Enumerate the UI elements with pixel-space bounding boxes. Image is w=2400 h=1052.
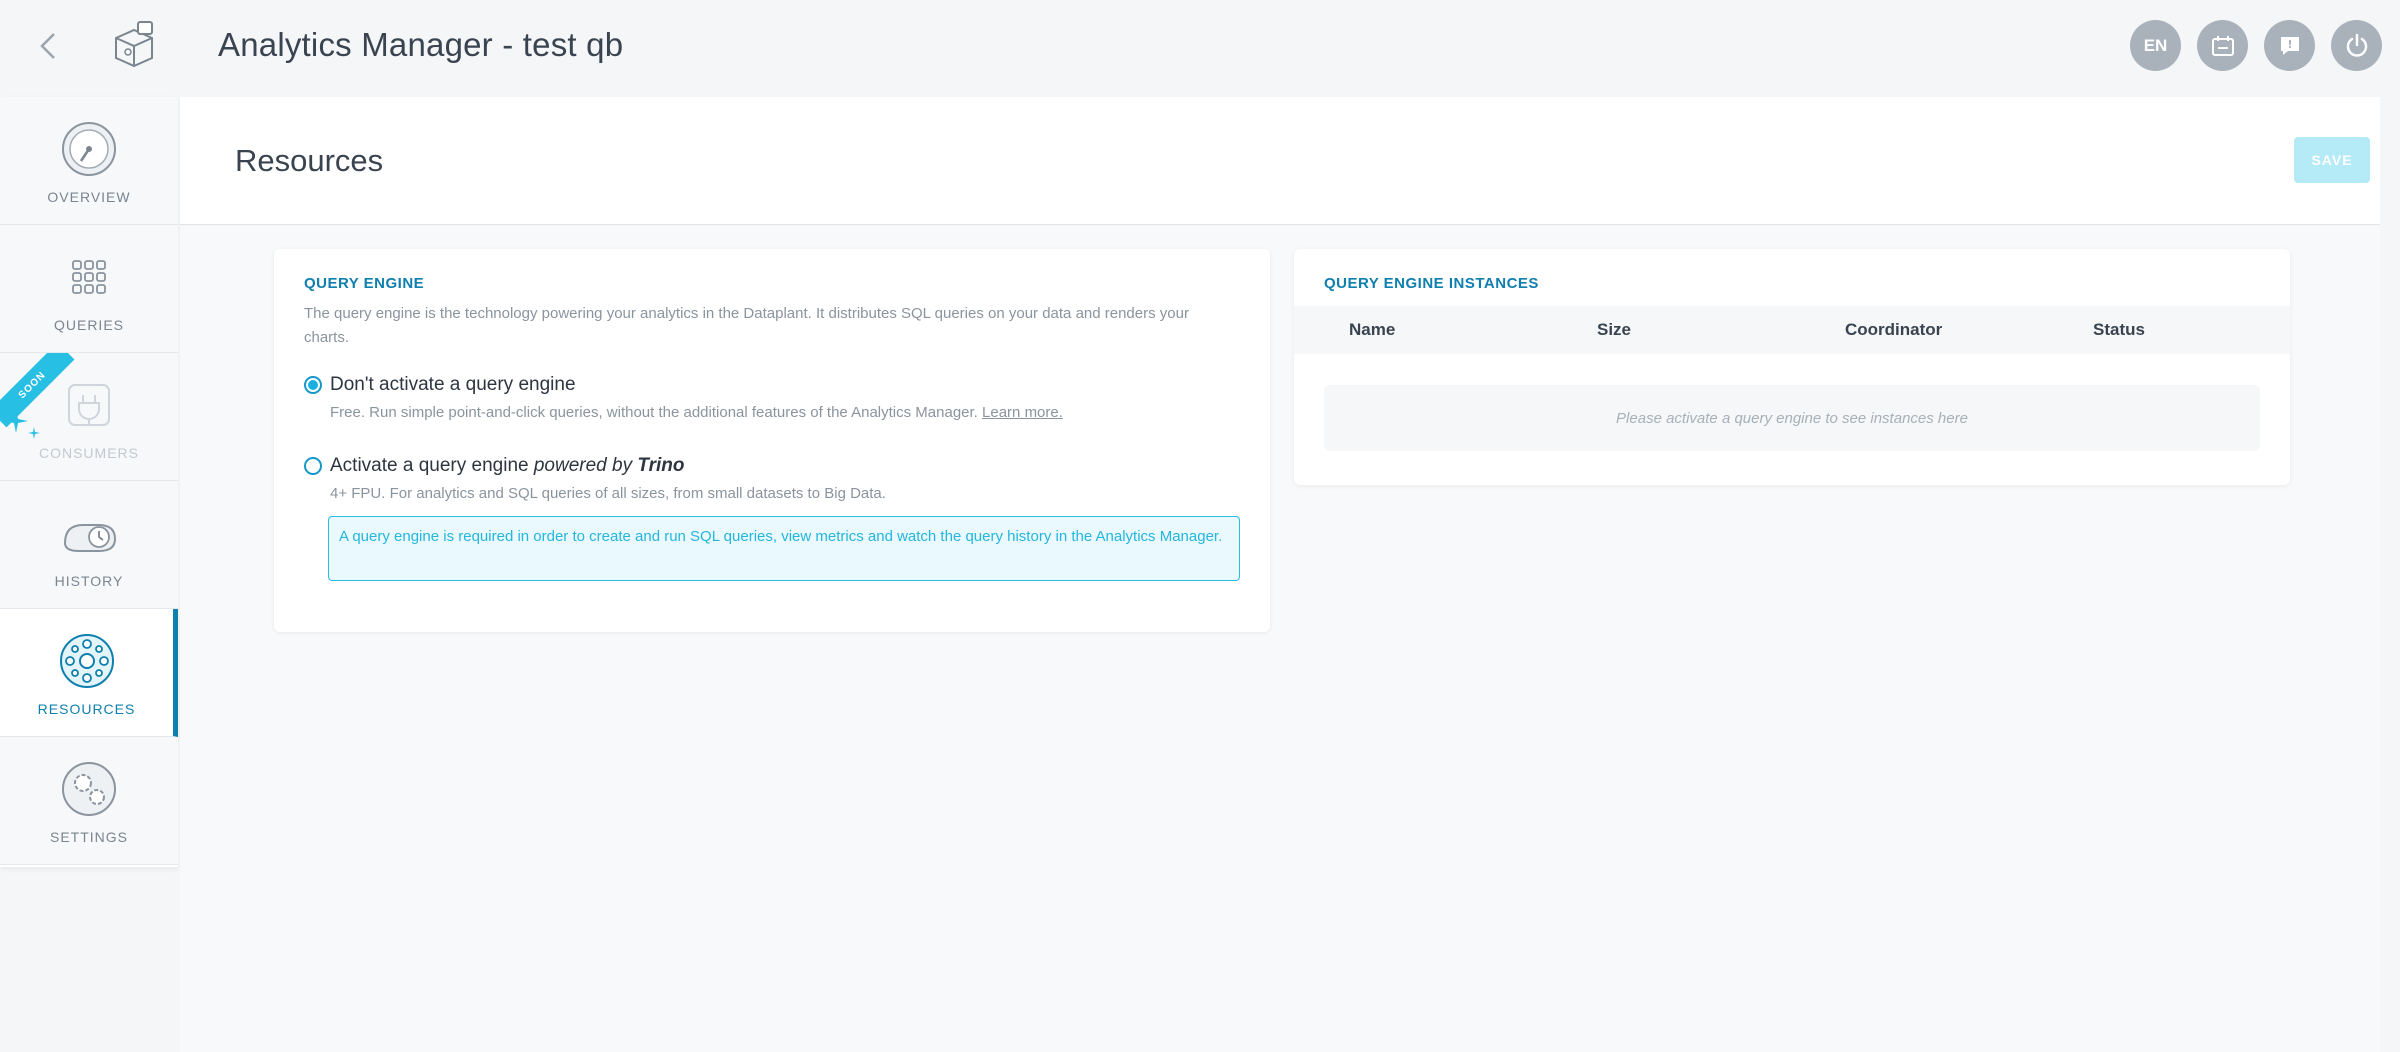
sidebar-item-overview[interactable]: OVERVIEW xyxy=(0,97,178,225)
sidebar: OVERVIEW QUERIES SOON CONSUMERS HISTORY … xyxy=(0,97,178,867)
sidebar-item-label: QUERIES xyxy=(53,317,124,333)
option-no-engine-sub: Free. Run simple point-and-click queries… xyxy=(330,404,1240,421)
power-icon xyxy=(2346,33,2367,57)
column-status: Status xyxy=(2093,320,2145,339)
page-title: Resources xyxy=(235,143,384,178)
instances-table-header: Name Size Coordinator Status xyxy=(1294,306,2290,354)
plug-icon xyxy=(68,384,110,426)
sidebar-item-queries[interactable]: QUERIES xyxy=(0,225,178,353)
resources-icon xyxy=(59,634,114,688)
sidebar-item-label: CONSUMERS xyxy=(38,445,139,461)
query-engine-title: QUERY ENGINE xyxy=(304,275,425,292)
query-engine-card: QUERY ENGINE The query engine is the tec… xyxy=(274,249,1270,632)
option-activate-powered: powered by xyxy=(533,455,633,476)
top-actions: EN ! xyxy=(2130,20,2382,71)
analytics-manager-logo-icon xyxy=(115,21,153,68)
help-icon: ! xyxy=(2280,36,2299,55)
sidebar-item-consumers: SOON CONSUMERS xyxy=(0,353,178,481)
grid-icon xyxy=(72,260,106,294)
instances-table: Name Size Coordinator Status Please acti… xyxy=(1294,306,2290,451)
save-button[interactable]: SAVE xyxy=(2294,137,2370,183)
instances-empty-state: Please activate a query engine to see in… xyxy=(1324,385,2260,451)
sidebar-item-history[interactable]: HISTORY xyxy=(0,481,178,609)
back-button[interactable] xyxy=(30,28,66,64)
history-icon xyxy=(63,524,117,552)
radio-dot xyxy=(308,380,318,390)
column-name: Name xyxy=(1349,320,1396,339)
sidebar-item-label: HISTORY xyxy=(54,573,124,589)
option-no-engine[interactable]: Don't activate a query engine xyxy=(304,374,1240,396)
instances-title: QUERY ENGINE INSTANCES xyxy=(1324,275,1539,292)
sidebar-item-resources[interactable]: RESOURCES xyxy=(0,609,178,737)
sidebar-item-label: RESOURCES xyxy=(37,701,136,717)
option-activate-engine-sub: 4+ FPU. For analytics and SQL queries of… xyxy=(330,485,886,502)
main-content: QUERY ENGINE The query engine is the tec… xyxy=(180,226,2380,1052)
radio-selected[interactable] xyxy=(304,376,322,394)
radio-unselected[interactable] xyxy=(304,457,322,475)
learn-more-link[interactable]: Learn more. xyxy=(982,404,1063,421)
sidebar-item-label: SETTINGS xyxy=(49,829,128,845)
column-coordinator: Coordinator xyxy=(1845,320,1943,339)
query-engine-description: The query engine is the technology power… xyxy=(304,305,1189,346)
instances-card: QUERY ENGINE INSTANCES Name Size Coordin… xyxy=(1294,249,2290,485)
top-bar: Analytics Manager - test qb EN ! xyxy=(0,0,2400,95)
app-title: Analytics Manager - test qb xyxy=(218,26,624,63)
calendar-icon xyxy=(2211,35,2234,56)
gauge-icon xyxy=(62,122,116,176)
power-button[interactable] xyxy=(2331,20,2382,71)
chevron-left-icon xyxy=(40,33,55,59)
sidebar-item-settings[interactable]: SETTINGS xyxy=(0,737,178,865)
option-activate-brand: Trino xyxy=(637,455,685,476)
svg-text:!: ! xyxy=(2287,38,2292,51)
sparkle-icon xyxy=(4,409,40,439)
option-no-engine-label: Don't activate a query engine xyxy=(330,374,576,395)
page-header: Resources SAVE xyxy=(180,97,2380,225)
help-button[interactable]: ! xyxy=(2264,20,2315,71)
language-button[interactable]: EN xyxy=(2130,20,2181,71)
column-size: Size xyxy=(1597,320,1632,339)
sidebar-item-label: OVERVIEW xyxy=(47,189,131,205)
option-activate-prefix: Activate a query engine xyxy=(330,455,529,476)
gears-icon xyxy=(62,762,116,816)
option-no-engine-sub-text: Free. Run simple point-and-click queries… xyxy=(330,404,978,421)
option-activate-engine[interactable]: Activate a query engine powered by Trino xyxy=(304,455,1240,477)
option-activate-engine-label: Activate a query engine powered by Trino xyxy=(330,455,685,477)
calendar-button[interactable] xyxy=(2197,20,2248,71)
query-engine-info-box: A query engine is required in order to c… xyxy=(328,516,1240,581)
